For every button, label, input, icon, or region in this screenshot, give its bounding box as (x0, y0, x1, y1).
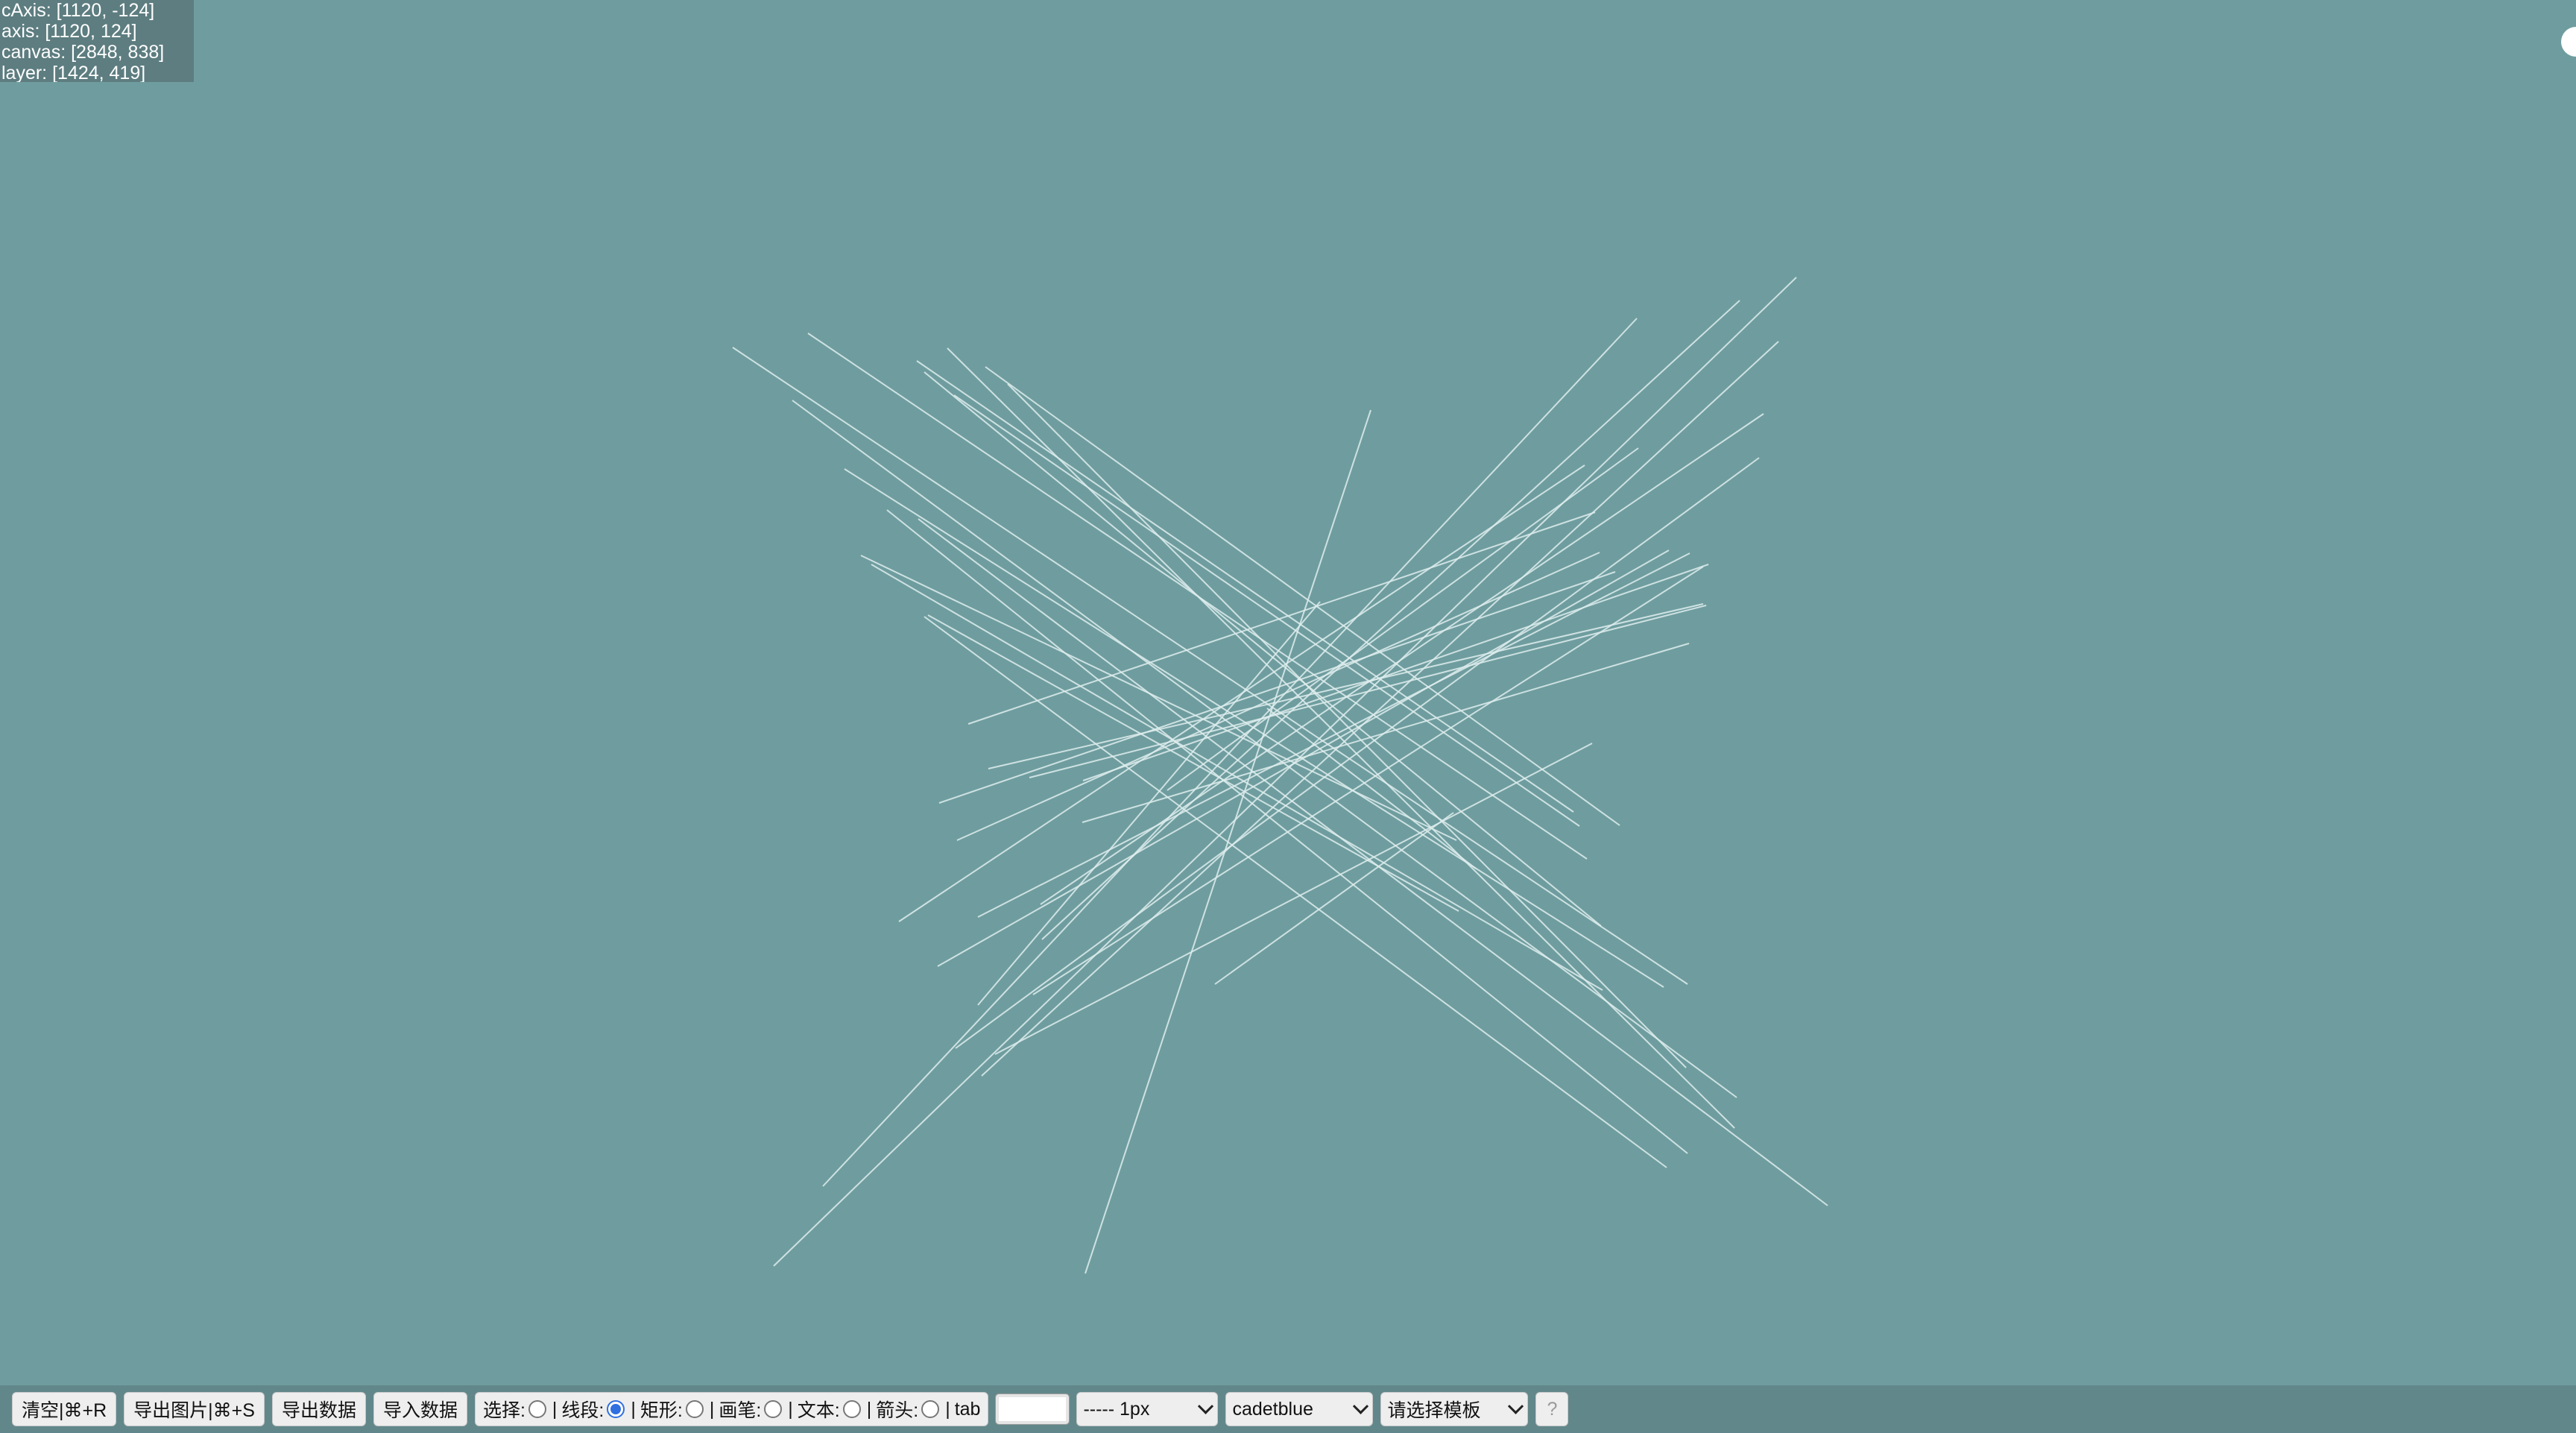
drawn-line-segment[interactable] (1032, 566, 1704, 995)
theme-color-select[interactable]: cadetblue (1225, 1392, 1374, 1426)
mode-select[interactable]: 选择: (483, 1396, 551, 1423)
mode-separator: | (631, 1398, 636, 1420)
drawn-line-segment[interactable] (1167, 447, 1639, 791)
mode-arrow-radio[interactable] (921, 1400, 940, 1418)
mode-rect[interactable]: 矩形: (640, 1396, 708, 1423)
mode-separator: | (709, 1398, 715, 1420)
debug-panel: cAxis: [1120, -124] axis: [1120, 124] ca… (0, 0, 194, 82)
drawn-line-segment[interactable] (947, 347, 1735, 1129)
mode-arrow[interactable]: 箭头: (876, 1396, 944, 1423)
toolbar: 清空|⌘+R 导出图片|⌘+S 导出数据 导入数据 选择: | 线段: | 矩形… (0, 1385, 2576, 1433)
drawn-line-segment[interactable] (985, 366, 1620, 826)
line-width-select[interactable]: ----- 1px (1076, 1392, 1219, 1426)
mode-separator: | (552, 1398, 558, 1420)
mode-text-label: 文本: (797, 1400, 840, 1421)
clear-button[interactable]: 清空|⌘+R (12, 1392, 117, 1426)
help-button[interactable]: ? (1535, 1392, 1569, 1426)
drawn-line-segment[interactable] (916, 360, 1574, 813)
debug-caxis: cAxis: [1120, -124] (1, 0, 155, 21)
theme-color-value: cadetblue (1232, 1398, 1313, 1420)
drawn-line-segment[interactable] (1082, 564, 1709, 781)
drawn-line-segment[interactable] (918, 518, 1828, 1206)
drawn-line-segment[interactable] (955, 457, 1760, 1049)
drawn-line-segment[interactable] (924, 616, 1667, 1168)
import-data-button[interactable]: 导入数据 (373, 1392, 467, 1426)
drawn-line-segment[interactable] (1214, 812, 1454, 985)
drawn-line-segment[interactable] (860, 555, 1457, 841)
line-layer (732, 277, 1828, 1274)
chevron-down-icon (1508, 1398, 1524, 1414)
line-width-value: ----- 1px (1083, 1398, 1150, 1420)
mode-separator: | (866, 1398, 872, 1420)
drawn-line-segment[interactable] (967, 511, 1596, 725)
mode-select-radio[interactable] (528, 1400, 546, 1418)
chevron-down-icon (1353, 1398, 1369, 1414)
mode-text-radio[interactable] (842, 1400, 861, 1418)
debug-axis: axis: [1120, 124] (1, 21, 137, 42)
mode-pen-radio[interactable] (764, 1400, 783, 1418)
drawn-line-segment[interactable] (732, 347, 1688, 985)
debug-canvas: canvas: [2848, 838] (1, 42, 165, 63)
mode-text[interactable]: 文本: (798, 1396, 865, 1423)
tab-hint: tab (954, 1398, 981, 1420)
mode-separator: | (788, 1398, 793, 1420)
mode-line-label: 线段: (561, 1400, 604, 1421)
template-select[interactable]: 请选择模板 (1380, 1392, 1529, 1426)
mode-rect-label: 矩形: (640, 1400, 683, 1421)
drawn-line-segment[interactable] (822, 318, 1638, 1187)
mode-pen-label: 画笔: (719, 1400, 762, 1421)
mode-selector: 选择: | 线段: | 矩形: | 画笔: | 文本: | 箭头: | tab (474, 1392, 989, 1426)
debug-layer: layer: [1424, 419] (1, 63, 146, 82)
template-placeholder: 请选择模板 (1387, 1400, 1481, 1421)
mode-line-radio[interactable] (607, 1400, 625, 1418)
export-image-button[interactable]: 导出图片|⌘+S (124, 1392, 265, 1426)
mode-select-label: 选择: (482, 1400, 525, 1421)
drawing-app: cAxis: [1120, -124] axis: [1120, 124] ca… (0, 0, 2576, 1433)
stroke-color-picker[interactable] (995, 1393, 1070, 1425)
mode-rect-radio[interactable] (685, 1400, 704, 1418)
export-data-button[interactable]: 导出数据 (271, 1392, 366, 1426)
mode-pen[interactable]: 画笔: (719, 1396, 786, 1423)
chevron-down-icon (1198, 1398, 1214, 1414)
mode-arrow-label: 箭头: (876, 1400, 919, 1421)
drawing-canvas[interactable] (0, 0, 2576, 1385)
mode-line[interactable]: 线段: (561, 1396, 629, 1423)
mode-separator: | (945, 1398, 950, 1420)
